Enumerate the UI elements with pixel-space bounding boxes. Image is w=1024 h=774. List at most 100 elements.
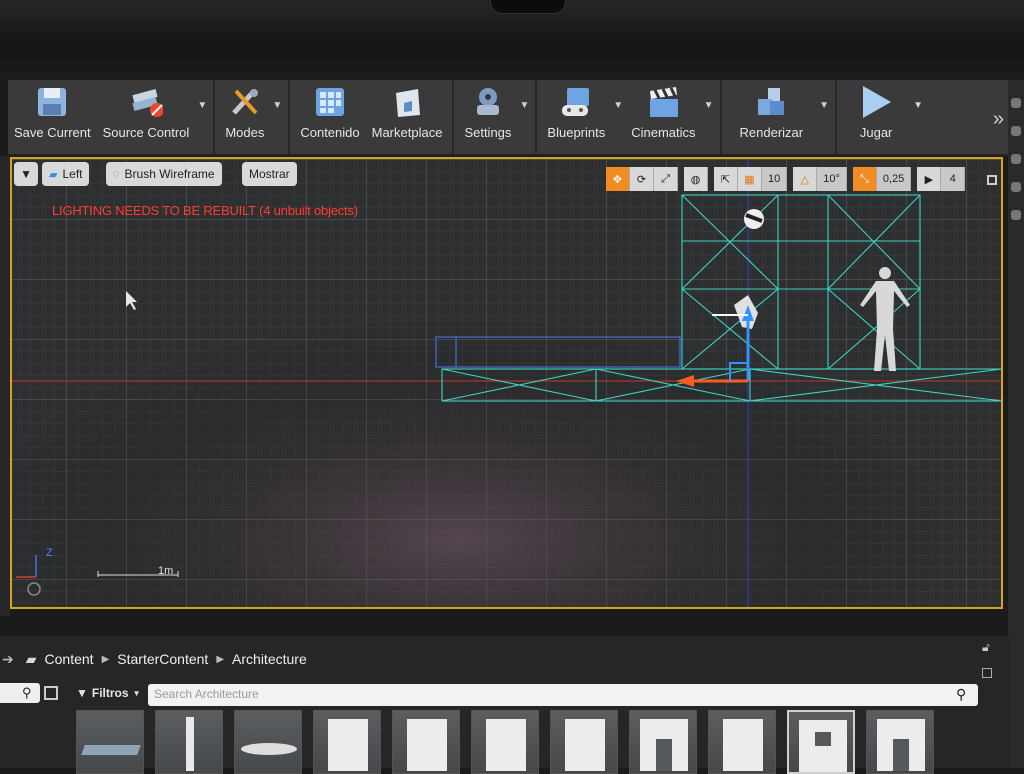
asset-thumbnail[interactable] [392,710,460,774]
viewport-options-dropdown[interactable]: ▼ [14,162,38,186]
modes-dropdown[interactable]: ▼ [270,80,284,154]
cinematics-dropdown[interactable]: ▼ [702,80,716,154]
details-panel-edge [1008,80,1024,768]
content-button[interactable]: Contenido [294,80,365,154]
clapperboard-icon [646,85,680,119]
settings-button[interactable]: Settings [458,80,517,154]
floppy-disk-icon [35,85,69,119]
filters-button[interactable]: ▼ Filtros ▼ [76,686,140,700]
panel-widget-icon[interactable] [1011,210,1021,220]
panel-widget-icon[interactable] [1011,98,1021,108]
asset-thumbnail[interactable] [866,710,934,774]
marketplace-button[interactable]: Marketplace [366,80,449,154]
marketplace-label: Marketplace [371,125,443,140]
content-browser: ➔ ▰ Content ▶ StarterContent ▶ Architect… [0,636,1010,774]
modes-button[interactable]: Modes [219,80,270,154]
view-type-button[interactable]: ▰ Left [42,162,90,186]
asset-search-input[interactable]: Search Architecture [148,684,978,706]
breadcrumb: ➔ ▰ Content ▶ StarterContent ▶ Architect… [0,646,315,672]
settings-dropdown[interactable]: ▼ [517,80,531,154]
breadcrumb-separator-icon: ▶ [216,653,225,665]
breadcrumb-startercontent[interactable]: StarterContent [117,651,208,667]
source-control-label: Source Control [102,125,190,140]
axis-z-label: Z [46,547,53,559]
view-options-icon[interactable] [44,686,58,700]
world-local-globe-icon[interactable]: ◍ [684,167,708,191]
settings-label: Settings [464,125,512,140]
play-dropdown[interactable]: ▼ [911,80,925,154]
asset-thumbnail[interactable] [550,710,618,774]
search-icon: ⚲ [22,685,32,700]
modes-tools-icon [228,85,262,119]
source-control-dropdown[interactable]: ▼ [195,80,209,154]
asset-thumbnail[interactable] [234,710,302,774]
camera-speed-icon[interactable]: ▶ [917,167,942,191]
camera-icon: ▰ [49,168,58,181]
grid-snap-icon[interactable]: ▦ [738,167,762,191]
lighting-rebuild-warning: LIGHTING NEEDS TO BE REBUILT (4 unbuilt … [52,203,358,218]
breadcrumb-separator-icon: ▶ [101,653,110,665]
save-all-icon[interactable] [982,668,992,678]
asset-thumbnail[interactable] [629,710,697,774]
toolbar-separator [288,80,291,154]
blueprints-button[interactable]: Blueprints [541,80,611,154]
breadcrumb-architecture[interactable]: Architecture [232,651,307,667]
panel-widget-icon[interactable] [1011,154,1021,164]
main-toolbar: Save Current Source Control ▼ Modes ▼ Co… [8,80,1008,156]
search-icon[interactable]: ⚲ [956,686,966,703]
asset-thumbnail[interactable] [708,710,776,774]
tree-search-box[interactable] [0,683,40,703]
blueprints-dropdown[interactable]: ▼ [611,80,625,154]
scale-snap-value[interactable]: 0,25 [876,167,912,191]
translate-mode-icon[interactable]: ✥ [606,167,630,191]
lock-icon[interactable]: 🔓︎ [982,640,990,655]
asset-thumbnail[interactable] [313,710,381,774]
asset-thumbnail[interactable] [155,710,223,774]
asset-thumbnail-grid [76,710,934,774]
rotation-snap-value[interactable]: 10° [817,167,847,191]
asset-thumbnail[interactable] [76,710,144,774]
source-control-button[interactable]: Source Control [97,80,196,154]
grid-snap-value[interactable]: 10 [762,167,788,191]
webcam-notch [490,0,566,14]
toolbar-separator [535,80,538,154]
blueprints-label: Blueprints [547,125,606,140]
toolbar-separator [719,80,722,154]
show-flags-button[interactable]: Mostrar [242,162,297,186]
level-viewport[interactable]: ▼ ▰ Left ◌ Brush Wireframe Mostrar LIGHT… [10,157,1003,609]
breadcrumb-content[interactable]: Content [45,651,94,667]
cinematics-button[interactable]: Cinematics [625,80,701,154]
camera-speed-value[interactable]: 4 [941,167,966,191]
scale-mode-icon[interactable]: ⤢ [654,167,678,191]
folder-icon: ▰ [25,650,37,667]
rotate-mode-icon[interactable]: ⟳ [630,167,654,191]
history-forward-icon[interactable]: ➔ [2,651,14,668]
settings-gears-icon [471,85,505,119]
toolbar-separator [452,80,455,154]
panel-widget-icon[interactable] [1011,182,1021,192]
scale-snap-icon[interactable]: ⤡ [852,167,877,191]
left-panel-edge [0,156,10,616]
blueprints-icon [559,85,593,119]
maximize-viewport-icon[interactable] [987,175,997,185]
play-button[interactable]: Jugar [841,80,911,154]
panel-widget-icon[interactable] [1011,126,1021,136]
build-button[interactable]: Renderizar [726,80,818,154]
content-grid-icon [313,85,347,119]
build-cubes-icon [754,85,788,119]
view-mode-button[interactable]: ◌ Brush Wireframe [106,162,222,186]
save-current-button[interactable]: Save Current [8,80,97,154]
wireframe-sphere-icon: ◌ [113,168,120,180]
transform-toolbar: ✥ ⟳ ⤢ ◍ ⇱ ▦ 10 △ 10° ⤡ 0,25 ▶ 4 [606,167,966,191]
laptop-bezel [0,0,1024,80]
build-dropdown[interactable]: ▼ [817,80,831,154]
asset-thumbnail[interactable] [471,710,539,774]
rotation-snap-icon[interactable]: △ [793,167,818,191]
play-label: Jugar [859,125,893,140]
source-control-icon [129,85,163,119]
asset-thumbnail[interactable] [787,710,855,774]
show-flags-label: Mostrar [249,167,290,181]
surface-snap-icon[interactable]: ⇱ [714,167,738,191]
save-current-label: Save Current [14,125,91,140]
toolbar-overflow-chevron-icon[interactable]: » [993,108,1004,131]
